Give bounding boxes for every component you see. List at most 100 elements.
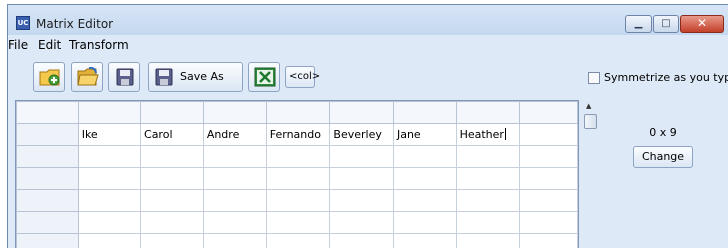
grid-cell[interactable] bbox=[329, 211, 394, 234]
grid-cell[interactable] bbox=[140, 145, 204, 168]
matrix-app-icon: UC bbox=[16, 16, 30, 30]
menu-file[interactable]: File bbox=[8, 38, 28, 52]
grid-cell[interactable] bbox=[519, 189, 578, 212]
grid-cell[interactable] bbox=[202, 145, 267, 168]
scroll-up-arrow-icon[interactable]: ▲ bbox=[586, 102, 591, 110]
grid-cell[interactable] bbox=[455, 167, 521, 190]
add-folder-icon bbox=[39, 69, 60, 86]
grid-cell[interactable] bbox=[519, 233, 578, 248]
open-button[interactable] bbox=[71, 62, 103, 92]
row-header[interactable] bbox=[16, 189, 79, 212]
grid-cell[interactable] bbox=[77, 167, 142, 190]
save-icon bbox=[116, 68, 134, 86]
grid-cell[interactable] bbox=[519, 145, 578, 168]
grid-cell[interactable] bbox=[265, 189, 331, 212]
corner-cell bbox=[16, 101, 79, 124]
symmetrize-checkbox[interactable] bbox=[588, 72, 600, 84]
scrollbar-thumb[interactable] bbox=[584, 114, 597, 129]
close-button[interactable]: ✕ bbox=[680, 15, 724, 33]
grid-cell[interactable] bbox=[202, 189, 267, 212]
grid-cell[interactable] bbox=[265, 233, 331, 248]
grid-cell[interactable] bbox=[392, 233, 457, 248]
change-button[interactable]: Change bbox=[633, 146, 693, 168]
name-cell-beverley[interactable]: Beverley bbox=[329, 123, 394, 146]
grid-cell[interactable] bbox=[392, 167, 457, 190]
column-header[interactable] bbox=[265, 101, 331, 124]
name-cell-fernando[interactable]: Fernando bbox=[265, 123, 331, 146]
grid-cell[interactable] bbox=[519, 211, 578, 234]
excel-icon bbox=[254, 67, 276, 87]
grid-cell[interactable] bbox=[202, 167, 267, 190]
table-row: Ike Carol Andre Fernando Beverley Jane H… bbox=[16, 123, 578, 146]
close-icon: ✕ bbox=[696, 16, 708, 30]
column-header[interactable] bbox=[140, 101, 204, 124]
grid-cell[interactable] bbox=[392, 211, 457, 234]
title-bar[interactable]: UC Matrix Editor ▁ □ ✕ bbox=[8, 5, 728, 35]
save-as-button[interactable]: Save As bbox=[148, 62, 243, 92]
grid-cell[interactable] bbox=[519, 123, 578, 146]
save-icon bbox=[155, 68, 173, 86]
grid-cell[interactable] bbox=[392, 145, 457, 168]
column-header[interactable] bbox=[202, 101, 267, 124]
maximize-button[interactable]: □ bbox=[653, 15, 679, 33]
col-button[interactable]: <col> bbox=[285, 66, 320, 88]
column-header[interactable] bbox=[519, 101, 578, 124]
grid-cell[interactable] bbox=[77, 189, 142, 212]
matrix-dimensions: 0 x 9 bbox=[649, 126, 677, 139]
export-excel-button[interactable] bbox=[248, 62, 280, 92]
name-cell-jane[interactable]: Jane bbox=[392, 123, 457, 146]
table-row bbox=[16, 145, 578, 168]
cell-editor-text: Heather bbox=[459, 128, 504, 141]
table-row bbox=[16, 167, 578, 190]
grid-cell[interactable] bbox=[455, 211, 521, 234]
grid-cell[interactable] bbox=[265, 167, 331, 190]
grid-cell[interactable] bbox=[140, 211, 204, 234]
symmetrize-label: Symmetrize as you type bbox=[604, 71, 728, 84]
matrix-grid[interactable]: Ike Carol Andre Fernando Beverley Jane H… bbox=[15, 100, 579, 248]
minimize-button[interactable]: ▁ bbox=[625, 15, 652, 33]
vertical-scrollbar[interactable]: ▲ bbox=[582, 100, 598, 248]
grid-cell[interactable] bbox=[455, 233, 521, 248]
grid-cell[interactable] bbox=[202, 211, 267, 234]
grid-cell[interactable] bbox=[140, 233, 204, 248]
grid-cell[interactable] bbox=[329, 167, 394, 190]
grid-cell[interactable] bbox=[519, 167, 578, 190]
row-header[interactable] bbox=[16, 167, 79, 190]
menu-edit[interactable]: Edit bbox=[38, 38, 61, 52]
row-header[interactable] bbox=[16, 233, 79, 248]
name-cell-heather-editing[interactable]: Heather bbox=[455, 123, 521, 146]
column-header[interactable] bbox=[392, 101, 457, 124]
column-header[interactable] bbox=[77, 101, 142, 124]
table-row bbox=[16, 211, 578, 234]
grid-cell[interactable] bbox=[265, 145, 331, 168]
grid-cell[interactable] bbox=[392, 189, 457, 212]
column-header[interactable] bbox=[455, 101, 521, 124]
matrix-editor-window: UC Matrix Editor ▁ □ ✕ File Edit Transfo… bbox=[7, 4, 728, 248]
column-header[interactable] bbox=[329, 101, 394, 124]
grid-cell[interactable] bbox=[329, 233, 394, 248]
grid-cell[interactable] bbox=[329, 189, 394, 212]
grid-cell[interactable] bbox=[202, 233, 267, 248]
column-header-row bbox=[16, 101, 578, 124]
row-header[interactable] bbox=[16, 145, 79, 168]
row-header[interactable] bbox=[16, 123, 79, 146]
row-header[interactable] bbox=[16, 211, 79, 234]
name-cell-carol[interactable]: Carol bbox=[140, 123, 204, 146]
save-button[interactable] bbox=[108, 62, 140, 92]
grid-cell[interactable] bbox=[77, 145, 142, 168]
grid-cell[interactable] bbox=[77, 211, 142, 234]
grid-cell[interactable] bbox=[140, 189, 204, 212]
name-cell-andre[interactable]: Andre bbox=[202, 123, 267, 146]
matrix-table: Ike Carol Andre Fernando Beverley Jane H… bbox=[16, 101, 578, 248]
name-cell-ike[interactable]: Ike bbox=[77, 123, 142, 146]
grid-cell[interactable] bbox=[140, 167, 204, 190]
grid-cell[interactable] bbox=[265, 211, 331, 234]
maximize-icon: □ bbox=[661, 18, 671, 29]
new-button[interactable] bbox=[33, 62, 65, 92]
minimize-icon: ▁ bbox=[634, 18, 643, 29]
grid-cell[interactable] bbox=[329, 145, 394, 168]
menu-transform[interactable]: Transform bbox=[69, 38, 129, 52]
grid-cell[interactable] bbox=[455, 145, 521, 168]
grid-cell[interactable] bbox=[77, 233, 142, 248]
grid-cell[interactable] bbox=[455, 189, 521, 212]
